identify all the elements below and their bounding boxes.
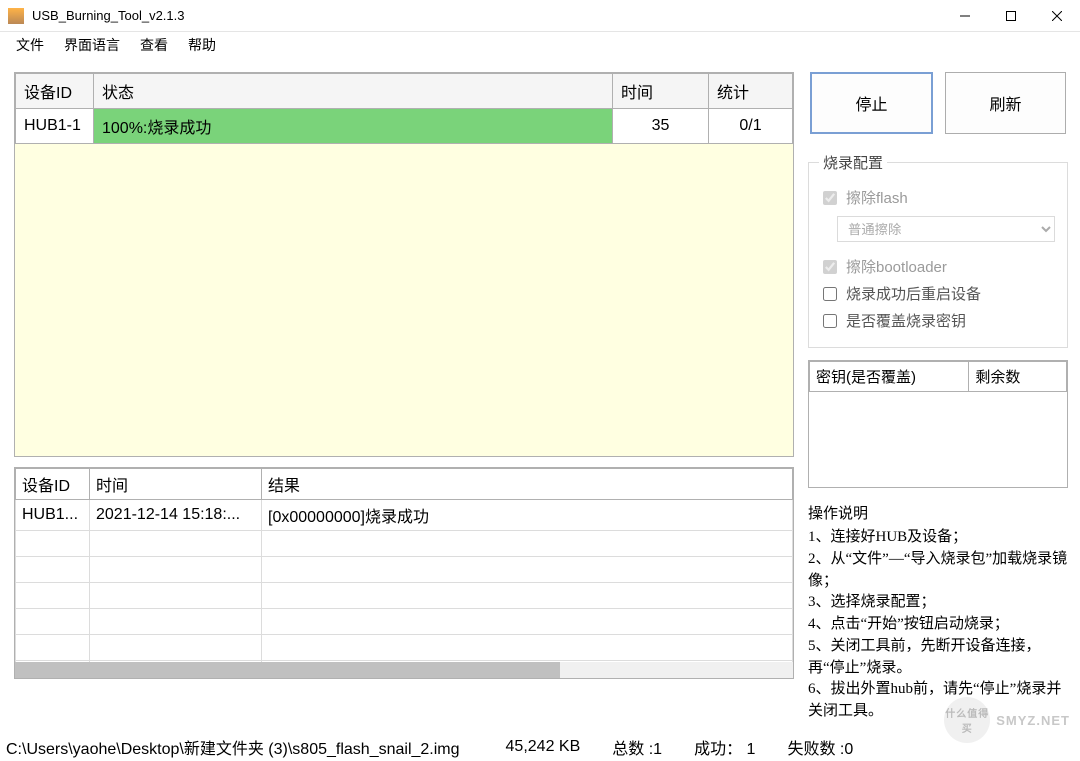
key-col-remain[interactable]: 剩余数	[969, 362, 1067, 392]
menu-language[interactable]: 界面语言	[56, 33, 128, 57]
erase-bootloader-input[interactable]	[823, 260, 837, 274]
device-table: 设备ID 状态 时间 统计 HUB1-1 100%:烧录成功 35 0/1	[14, 72, 794, 457]
status-success: 成功： 1	[678, 735, 771, 759]
overwrite-key-checkbox[interactable]: 是否覆盖烧录密钥	[819, 310, 1057, 331]
close-button[interactable]	[1034, 0, 1080, 31]
cell-id: HUB1-1	[16, 109, 94, 144]
device-table-header: 设备ID 状态 时间 统计	[16, 74, 793, 109]
erase-bootloader-label: 擦除bootloader	[846, 256, 947, 277]
col-status[interactable]: 状态	[94, 74, 613, 109]
minimize-button[interactable]	[942, 0, 988, 31]
log-table-header: 设备ID 时间 结果	[16, 469, 793, 500]
instructions-title: 操作说明	[808, 502, 1068, 523]
erase-flash-label: 擦除flash	[846, 187, 908, 208]
col-stat[interactable]: 统计	[709, 74, 793, 109]
instruction-line: 5、关闭工具前，先断开设备连接，再“停止”烧录。	[808, 636, 1068, 680]
status-total: 总数 :1	[596, 735, 678, 759]
cell-time: 35	[613, 109, 709, 144]
window-controls	[942, 0, 1080, 31]
menu-help[interactable]: 帮助	[180, 33, 224, 57]
status-size: 45,242 KB	[490, 738, 597, 756]
key-col-name[interactable]: 密钥(是否覆盖)	[810, 362, 969, 392]
window-title: USB_Burning_Tool_v2.1.3	[32, 8, 942, 23]
log-cell-id: HUB1...	[16, 500, 90, 531]
stop-button[interactable]: 停止	[810, 72, 933, 134]
reboot-after-label: 烧录成功后重启设备	[846, 283, 981, 304]
scrollbar-thumb[interactable]	[15, 662, 560, 678]
instructions-body: 1、连接好HUB及设备； 2、从“文件”—“导入烧录包”加载烧录镜像； 3、选择…	[808, 527, 1068, 723]
status-path: C:\Users\yaohe\Desktop\新建文件夹 (3)\s805_fl…	[4, 735, 490, 759]
log-col-time[interactable]: 时间	[90, 469, 262, 500]
table-row[interactable]: HUB1-1 100%:烧录成功 35 0/1	[16, 109, 793, 144]
config-legend: 烧录配置	[819, 152, 887, 173]
overwrite-key-input[interactable]	[823, 314, 837, 328]
log-cell-result: [0x00000000]烧录成功	[262, 500, 793, 531]
refresh-button[interactable]: 刷新	[945, 72, 1066, 134]
titlebar: USB_Burning_Tool_v2.1.3	[0, 0, 1080, 32]
table-row[interactable]: HUB1... 2021-12-14 15:18:... [0x00000000…	[16, 500, 793, 531]
instruction-line: 3、选择烧录配置；	[808, 592, 1068, 614]
control-buttons: 停止 刷新	[808, 72, 1068, 134]
col-time[interactable]: 时间	[613, 74, 709, 109]
device-table-empty-area	[15, 144, 793, 456]
cell-stat: 0/1	[709, 109, 793, 144]
menu-file[interactable]: 文件	[8, 33, 52, 57]
horizontal-scrollbar[interactable]	[15, 662, 793, 678]
instruction-line: 1、连接好HUB及设备；	[808, 527, 1068, 549]
app-icon	[8, 8, 24, 24]
erase-flash-checkbox[interactable]: 擦除flash	[819, 187, 1057, 208]
instructions: 操作说明 1、连接好HUB及设备； 2、从“文件”—“导入烧录包”加载烧录镜像；…	[808, 502, 1068, 723]
log-col-result[interactable]: 结果	[262, 469, 793, 500]
erase-type-select[interactable]: 普通擦除	[837, 216, 1055, 242]
log-table: 设备ID 时间 结果 HUB1... 2021-12-14 15:18:... …	[14, 467, 794, 679]
erase-flash-input[interactable]	[823, 191, 837, 205]
col-id[interactable]: 设备ID	[16, 74, 94, 109]
instruction-line: 2、从“文件”—“导入烧录包”加载烧录镜像；	[808, 549, 1068, 593]
client-area: 设备ID 状态 时间 统计 HUB1-1 100%:烧录成功 35 0/1	[0, 62, 1080, 733]
key-table: 密钥(是否覆盖) 剩余数	[808, 360, 1068, 488]
overwrite-key-label: 是否覆盖烧录密钥	[846, 310, 966, 331]
maximize-button[interactable]	[988, 0, 1034, 31]
statusbar: C:\Users\yaohe\Desktop\新建文件夹 (3)\s805_fl…	[0, 733, 1080, 761]
left-column: 设备ID 状态 时间 统计 HUB1-1 100%:烧录成功 35 0/1	[14, 72, 794, 725]
erase-bootloader-checkbox[interactable]: 擦除bootloader	[819, 256, 1057, 277]
cell-status: 100%:烧录成功	[94, 109, 613, 144]
menubar: 文件 界面语言 查看 帮助	[0, 32, 1080, 58]
right-column: 停止 刷新 烧录配置 擦除flash 普通擦除 擦除bootloader 烧录成…	[808, 72, 1068, 725]
reboot-after-input[interactable]	[823, 287, 837, 301]
instruction-line: 6、拔出外置hub前，请先“停止”烧录并关闭工具。	[808, 679, 1068, 723]
log-col-id[interactable]: 设备ID	[16, 469, 90, 500]
menu-view[interactable]: 查看	[132, 33, 176, 57]
reboot-after-checkbox[interactable]: 烧录成功后重启设备	[819, 283, 1057, 304]
log-cell-time: 2021-12-14 15:18:...	[90, 500, 262, 531]
burn-config-group: 烧录配置 擦除flash 普通擦除 擦除bootloader 烧录成功后重启设备…	[808, 152, 1068, 348]
status-fail: 失败数 :0	[771, 735, 869, 759]
instruction-line: 4、点击“开始”按钮启动烧录；	[808, 614, 1068, 636]
